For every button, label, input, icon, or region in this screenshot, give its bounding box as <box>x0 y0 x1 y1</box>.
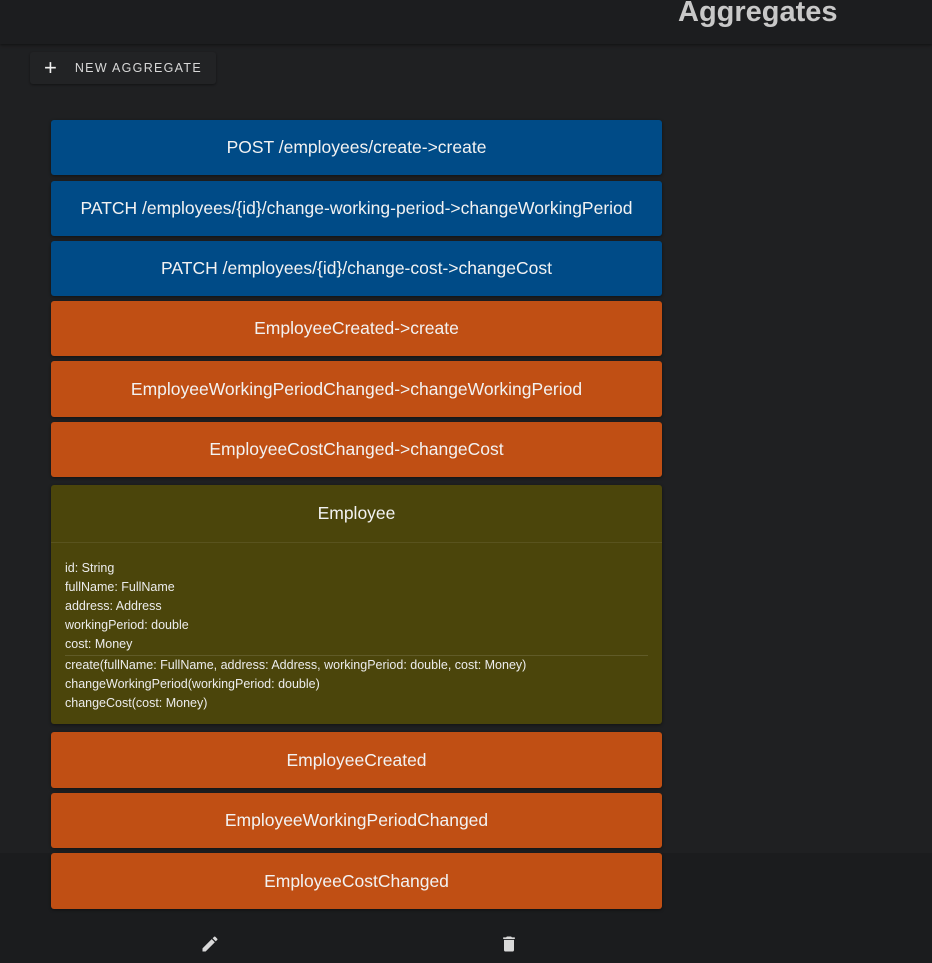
trash-icon[interactable] <box>499 934 519 954</box>
new-aggregate-label: NEW AGGREGATE <box>74 61 202 75</box>
event-card-created[interactable]: EmployeeCreated <box>51 732 662 788</box>
event-label: EmployeeCreated <box>286 749 427 770</box>
aggregate-card[interactable]: Employee id: String fullName: FullName a… <box>51 485 662 724</box>
aggregate-method: changeCost(cost: Money) <box>65 696 208 710</box>
aggregate-field: cost: Money <box>65 637 133 651</box>
aggregate-name: Employee <box>51 485 662 543</box>
command-label: POST /employees/create->create <box>226 137 487 157</box>
event-handler-card-working-period-changed[interactable]: EmployeeWorkingPeriodChanged->changeWork… <box>51 361 662 417</box>
pencil-icon[interactable] <box>200 934 220 954</box>
top-app-bar: Aggregates <box>0 0 932 44</box>
command-label: PATCH /employees/{id}/change-working-per… <box>80 198 633 218</box>
command-card-change-cost[interactable]: PATCH /employees/{id}/change-cost->chang… <box>51 241 662 296</box>
event-handler-card-created[interactable]: EmployeeCreated->create <box>51 301 662 356</box>
command-card-create[interactable]: POST /employees/create->create <box>51 120 662 175</box>
event-card-cost-changed[interactable]: EmployeeCostChanged <box>51 853 662 909</box>
page-title: Aggregates <box>678 0 838 28</box>
command-label: PATCH /employees/{id}/change-cost->chang… <box>161 258 552 278</box>
event-handler-card-cost-changed[interactable]: EmployeeCostChanged->changeCost <box>51 422 662 477</box>
aggregate-field: id: String <box>65 561 115 575</box>
event-label: EmployeeWorkingPeriodChanged <box>224 810 489 830</box>
aggregate-methods: create(fullName: FullName, address: Addr… <box>51 656 662 713</box>
plus-icon: + <box>44 55 57 80</box>
aggregate-field: workingPeriod: double <box>65 618 189 632</box>
event-handler-label: EmployeeWorkingPeriodChanged->changeWork… <box>130 378 583 399</box>
new-aggregate-button[interactable]: + NEW AGGREGATE <box>30 52 216 84</box>
aggregate-field: fullName: FullName <box>65 580 175 594</box>
event-card-working-period-changed[interactable]: EmployeeWorkingPeriodChanged <box>51 793 662 848</box>
aggregate-field: address: Address <box>65 599 162 613</box>
event-handler-label: EmployeeCreated->create <box>254 318 459 338</box>
command-card-change-working-period[interactable]: PATCH /employees/{id}/change-working-per… <box>51 181 662 236</box>
event-label: EmployeeCostChanged <box>264 870 449 891</box>
aggregate-method: changeWorkingPeriod(workingPeriod: doubl… <box>65 677 320 691</box>
aggregate-method: create(fullName: FullName, address: Addr… <box>65 658 527 672</box>
aggregate-fields: id: String fullName: FullName address: A… <box>51 543 662 654</box>
event-handler-label: EmployeeCostChanged->changeCost <box>209 439 504 459</box>
